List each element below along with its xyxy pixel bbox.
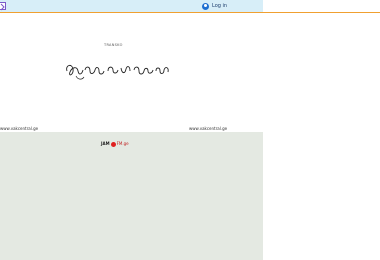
site-url-right[interactable]: www.vakcentral.ge bbox=[189, 126, 227, 131]
badge-brand: JAM bbox=[101, 141, 110, 146]
site-caption: TRANSKO bbox=[104, 43, 123, 47]
chevron-right-icon bbox=[0, 3, 5, 11]
radio-dot-icon bbox=[110, 141, 116, 147]
accent-divider bbox=[0, 12, 380, 13]
expand-button[interactable] bbox=[0, 2, 6, 11]
site-url-left[interactable]: www.vakcentral.ge bbox=[0, 126, 38, 131]
script-logo bbox=[64, 60, 174, 86]
top-bar-right bbox=[263, 0, 380, 12]
login-button[interactable]: Log in bbox=[202, 2, 227, 11]
badge-suffix: FM.ge bbox=[116, 141, 129, 146]
login-label: Log in bbox=[212, 3, 228, 9]
user-circle-icon bbox=[202, 3, 209, 10]
jamfm-badge[interactable]: JAM FM.ge bbox=[101, 141, 129, 147]
map-area[interactable] bbox=[0, 132, 263, 260]
